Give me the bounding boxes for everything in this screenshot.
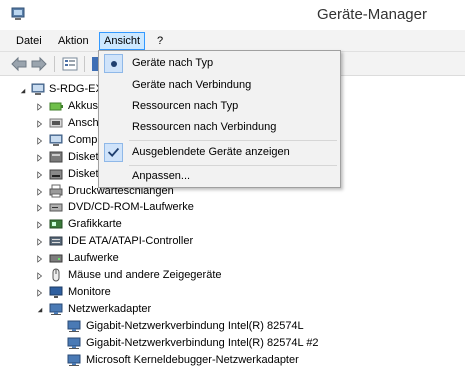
computer-icon <box>31 83 45 95</box>
tree-category-row[interactable]: DVD/CD-ROM-Laufwerke <box>0 199 300 216</box>
network-adapter-icon <box>67 337 81 349</box>
expanded-arrow-icon[interactable] <box>37 306 43 314</box>
toolbar-separator <box>84 56 85 72</box>
menu-item-label: Ressourcen nach Verbindung <box>132 121 277 133</box>
tree-root-label: S-RDG-EX <box>49 83 103 95</box>
collapsed-arrow-icon[interactable] <box>37 272 43 280</box>
tree-device-row[interactable]: Gigabit-Netzwerkverbindung Intel(R) 8257… <box>0 335 360 352</box>
tree-device-label: Gigabit-Netzwerkverbindung Intel(R) 8257… <box>86 319 304 332</box>
menu-item-label: Ausgeblendete Geräte anzeigen <box>132 146 290 158</box>
checkmark-icon <box>104 143 123 162</box>
menu-item-resources-by-type[interactable]: Ressourcen nach Typ <box>101 96 338 117</box>
tree-category-label: Comp <box>68 133 98 146</box>
window-title: Geräte-Manager <box>316 6 427 23</box>
tree-category-label: Ansch <box>68 116 99 129</box>
network-adapter-icon <box>49 303 63 315</box>
tree-category-label: IDE ATA/ATAPI-Controller <box>68 235 194 248</box>
collapsed-arrow-icon[interactable] <box>37 120 43 128</box>
back-arrow-icon[interactable] <box>10 55 28 73</box>
tree-category-row[interactable]: Netzwerkadapter <box>0 301 300 318</box>
collapsed-arrow-icon[interactable] <box>37 170 43 179</box>
radio-selected-icon <box>104 54 123 73</box>
view-menu-dropdown: Geräte nach Typ Geräte nach Verbindung R… <box>98 50 341 188</box>
title-bar: Geräte-Manager <box>0 0 465 30</box>
menu-item-label: Anpassen... <box>132 170 191 182</box>
expanded-arrow-icon[interactable] <box>20 87 26 95</box>
floppy-controller-icon <box>49 151 63 163</box>
collapsed-arrow-icon[interactable] <box>37 103 43 111</box>
menu-item-devices-by-type[interactable]: Geräte nach Typ <box>101 53 338 74</box>
network-adapter-icon <box>67 354 81 366</box>
menu-item-show-hidden-devices[interactable]: Ausgeblendete Geräte anzeigen <box>101 142 338 163</box>
battery-icon <box>49 102 63 111</box>
tree-category-row[interactable]: Monitore <box>0 284 300 301</box>
menu-aktion[interactable]: Aktion <box>54 32 93 50</box>
tree-category-label: Netzwerkadapter <box>68 302 152 315</box>
forward-arrow-icon[interactable] <box>30 55 48 73</box>
tree-category-row[interactable]: IDE ATA/ATAPI-Controller <box>0 233 300 250</box>
ide-controller-icon <box>49 236 63 246</box>
menu-separator <box>129 140 337 141</box>
menu-item-customize[interactable]: Anpassen... <box>101 166 338 187</box>
printer-icon <box>49 184 63 197</box>
tree-device-row[interactable]: Microsoft Kerneldebugger-Netzwerkadapter <box>0 352 360 369</box>
collapsed-arrow-icon[interactable] <box>37 187 43 196</box>
tree-category-label: Laufwerke <box>68 252 119 265</box>
tree-device-label: Gigabit-Netzwerkverbindung Intel(R) 8257… <box>86 336 319 349</box>
menu-bar: Datei Aktion Ansicht ? <box>0 30 465 52</box>
tree-category-label: Grafikkarte <box>68 218 122 231</box>
toolbar-separator <box>54 56 55 72</box>
tree-category-row[interactable]: Mäuse und andere Zeigegeräte <box>0 267 300 284</box>
floppy-drive-icon <box>49 169 63 180</box>
tree-category-label: Akkus <box>68 100 98 112</box>
computer-icon <box>49 134 63 146</box>
tree-device-row[interactable]: Gigabit-Netzwerkverbindung Intel(R) 8257… <box>0 318 360 335</box>
properties-icon[interactable] <box>61 55 79 73</box>
menu-ansicht[interactable]: Ansicht <box>99 32 146 50</box>
menu-item-label: Geräte nach Verbindung <box>132 79 252 91</box>
tree-category-label: Monitore <box>68 285 111 298</box>
collapsed-arrow-icon[interactable] <box>37 255 43 263</box>
disk-drive-icon <box>49 254 63 263</box>
network-adapter-icon <box>67 320 81 332</box>
tree-device-label: Microsoft Kerneldebugger-Netzwerkadapter <box>86 353 299 366</box>
tree-category-label: Mäuse und andere Zeigegeräte <box>68 269 222 281</box>
mouse-icon <box>52 268 60 282</box>
dvd-drive-icon <box>49 203 63 212</box>
tree-category-row[interactable]: Grafikkarte <box>0 216 300 233</box>
port-icon <box>49 118 63 128</box>
menu-item-label: Ressourcen nach Typ <box>132 100 239 112</box>
collapsed-arrow-icon[interactable] <box>37 238 43 246</box>
menu-help[interactable]: ? <box>153 32 167 50</box>
collapsed-arrow-icon[interactable] <box>37 153 43 162</box>
tree-category-label: DVD/CD-ROM-Laufwerke <box>68 201 194 214</box>
display-adapter-icon <box>49 219 63 229</box>
menu-item-devices-by-connection[interactable]: Geräte nach Verbindung <box>101 75 338 96</box>
collapsed-arrow-icon[interactable] <box>37 289 43 297</box>
menu-datei[interactable]: Datei <box>12 32 46 50</box>
device-manager-icon <box>11 7 25 20</box>
collapsed-arrow-icon[interactable] <box>37 137 43 145</box>
tree-category-label: Disket <box>68 167 99 180</box>
collapsed-arrow-icon[interactable] <box>37 204 43 213</box>
collapsed-arrow-icon[interactable] <box>37 221 43 230</box>
tree-category-label: Disket <box>68 150 99 163</box>
monitor-icon <box>49 286 63 298</box>
tree-category-row[interactable]: Laufwerke <box>0 250 300 267</box>
menu-item-resources-by-connection[interactable]: Ressourcen nach Verbindung <box>101 117 338 138</box>
menu-item-label: Geräte nach Typ <box>132 57 214 69</box>
